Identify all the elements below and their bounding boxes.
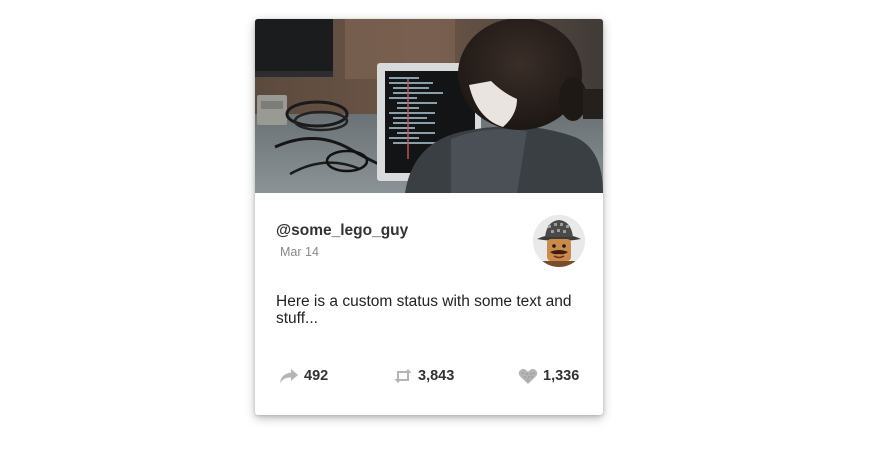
- banner-image: [255, 19, 603, 193]
- post-date: Mar 14: [280, 245, 319, 259]
- status-text: Here is a custom status with some text a…: [276, 293, 572, 327]
- user-handle[interactable]: @some_lego_guy: [276, 222, 408, 240]
- share-arrow-icon: [279, 368, 299, 384]
- like-button[interactable]: 1,336: [518, 365, 579, 387]
- retweet-icon: [393, 368, 413, 384]
- share-count: 492: [304, 368, 329, 384]
- status-card: @some_lego_guy Mar 14 Here is a custom s…: [255, 19, 603, 415]
- retweet-button[interactable]: 3,843: [393, 365, 454, 387]
- lego-minifigure-avatar-icon: [533, 215, 585, 267]
- share-button[interactable]: 492: [279, 365, 328, 387]
- stats-bar: 492 3,843 1,336: [255, 365, 603, 387]
- retweet-count: 3,843: [418, 368, 455, 384]
- like-count: 1,336: [543, 368, 580, 384]
- heart-icon: [518, 368, 538, 385]
- avatar[interactable]: [533, 215, 585, 267]
